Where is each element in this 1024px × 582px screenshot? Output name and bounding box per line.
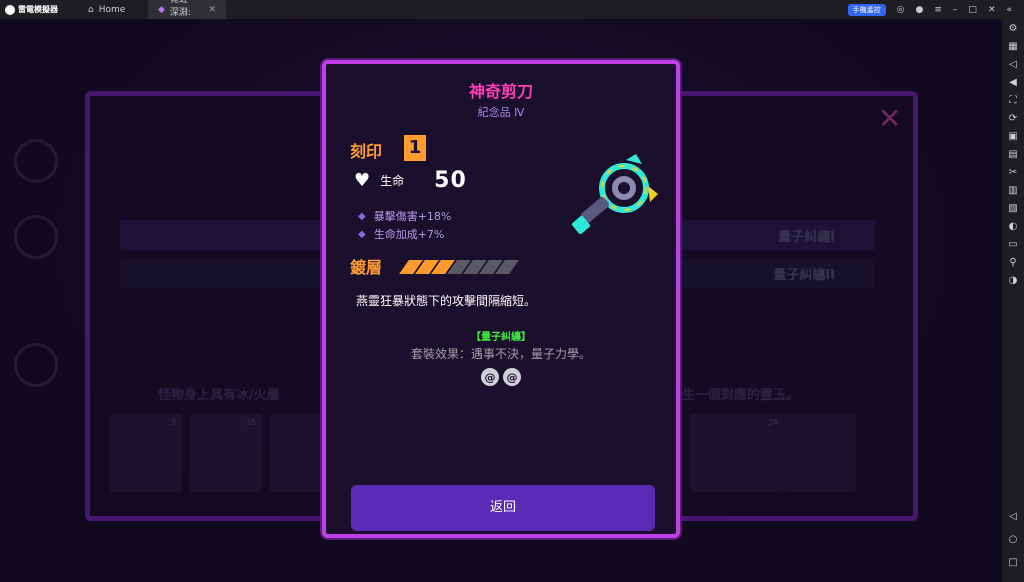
item-title: 神奇剪刀	[468, 82, 533, 101]
stat-label: 生命	[380, 174, 405, 188]
quantum-swirl-icon: @	[481, 368, 499, 386]
tab-home[interactable]: ⌂ Home	[78, 0, 148, 19]
location-icon[interactable]: ⚲	[1009, 257, 1016, 268]
set-icons: @ @	[326, 368, 676, 386]
emulator-sidebar: ⚙ ▦ ◁ ◀ ⛶ ⟳ ▣ ▤ ✂ ▥ ▧ ◐ ▭ ⚲ ◑ ◁ ○ □	[1002, 19, 1024, 582]
window-titlebar: 雷電模擬器 ⌂ Home ◆ 霓虹深淵: ... ✕ 手機遙控 ◎ ● ≡ – …	[0, 0, 1024, 28]
remote-control-button[interactable]: 手機遙控	[847, 3, 886, 16]
home-icon: ⌂	[88, 4, 94, 15]
set-name: 【量子糾纏】	[471, 332, 531, 343]
item-description: 燕靈狂暴狀態下的攻擊間隔縮短。	[356, 294, 537, 308]
engrave-label: 刻印	[350, 142, 383, 161]
record-icon[interactable]: ▤	[1008, 149, 1017, 160]
scissors-icon[interactable]: ✂	[1009, 167, 1017, 178]
multi-instance-icon[interactable]: ▧	[1008, 203, 1017, 214]
minimize-icon[interactable]: –	[953, 5, 958, 15]
tab-home-label: Home	[98, 4, 126, 15]
recent-apps-icon[interactable]: □	[1008, 557, 1017, 568]
home-nav-icon[interactable]: ○	[1009, 534, 1018, 545]
gamepad-icon[interactable]: ◎	[897, 5, 905, 15]
bonus-item: ◆ 暴擊傷害+18%	[358, 208, 451, 224]
heart-icon: ♥	[354, 170, 371, 191]
apk-icon[interactable]: ▥	[1008, 185, 1017, 196]
keyboard-icon[interactable]: ▦	[1008, 41, 1017, 52]
diamond-icon: ◆	[358, 210, 366, 222]
fullscreen-icon[interactable]: ⛶	[1010, 95, 1017, 106]
quantum-swirl-icon: @	[503, 368, 521, 386]
volume-up-icon[interactable]: ◀	[1009, 77, 1017, 88]
stat-row: ♥ 生命 50	[354, 168, 467, 193]
shake-icon[interactable]: ◑	[1009, 275, 1018, 286]
diamond-icon: ◆	[358, 228, 366, 240]
sync-icon[interactable]: ◐	[1009, 221, 1018, 232]
plating-level-bar	[399, 260, 519, 274]
folder-icon[interactable]: ▭	[1008, 239, 1017, 250]
app-logo: 雷電模擬器	[0, 4, 78, 15]
app-logo-icon	[5, 4, 15, 15]
back-button[interactable]: 返回	[351, 485, 655, 531]
app-name: 雷電模擬器	[18, 5, 58, 14]
tab-game[interactable]: ◆ 霓虹深淵: ... ✕	[148, 0, 226, 28]
maximize-icon[interactable]: □	[968, 5, 977, 15]
scissors-weapon-icon	[571, 154, 658, 235]
screenshot-icon[interactable]: ▣	[1008, 131, 1017, 142]
bonus-item: ◆ 生命加成+7%	[358, 226, 444, 242]
close-window-icon[interactable]: ✕	[988, 5, 996, 15]
back-nav-icon[interactable]: ◁	[1009, 511, 1017, 522]
item-detail-dialog: 神奇剪刀 紀念品 Ⅳ 刻印 1 ♥ 生命 50 ◆ 暴擊傷害+18% ◆ 生命加…	[322, 60, 680, 538]
bonus-text: 暴擊傷害+18%	[373, 210, 452, 223]
menu-icon[interactable]: ≡	[934, 5, 942, 15]
engrave-level-badge: 1	[404, 135, 426, 161]
game-viewport: 量子糾纏I 量子糾纏II 怪物身上具有冰/火屬 生一個對應的靈玉。 3 35 2…	[0, 19, 1002, 582]
close-tab-icon[interactable]: ✕	[208, 5, 216, 15]
plating-label: 鍍層	[350, 258, 383, 277]
rotate-icon[interactable]: ⟳	[1009, 113, 1017, 124]
collapse-sidebar-icon[interactable]: «	[1006, 5, 1012, 15]
item-subtitle: 紀念品 Ⅳ	[477, 106, 525, 119]
stat-value: 50	[434, 168, 467, 193]
account-icon[interactable]: ●	[916, 5, 924, 15]
volume-down-icon[interactable]: ◁	[1009, 59, 1017, 70]
settings-icon[interactable]: ⚙	[1009, 23, 1018, 34]
bonus-text: 生命加成+7%	[373, 228, 445, 241]
game-icon: ◆	[158, 4, 165, 15]
set-effect: 套裝效果：遇事不決，量子力學。	[410, 347, 591, 361]
